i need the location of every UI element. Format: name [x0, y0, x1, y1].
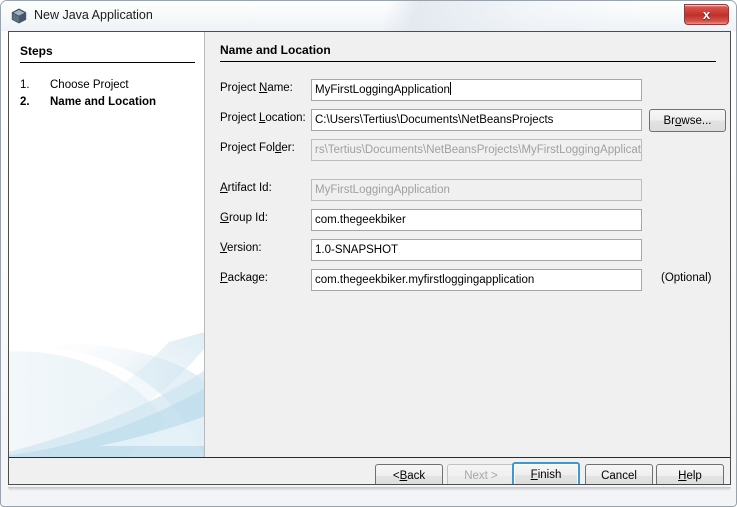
window-bottom-shadow: [8, 487, 731, 491]
dialog-content: Steps 1. Choose Project 2. Name and Loca…: [8, 31, 731, 485]
package-input[interactable]: com.thegeekbiker.myfirstloggingapplicati…: [311, 269, 642, 291]
close-icon: x: [702, 7, 711, 22]
window-title: New Java Application: [34, 8, 153, 22]
finish-button[interactable]: Finish: [512, 462, 580, 484]
project-name-label: Project Name:: [220, 82, 293, 94]
version-label: Version:: [220, 242, 262, 254]
step-number: 2.: [20, 96, 30, 108]
decorative-swoosh-graphic: [9, 332, 204, 457]
help-button[interactable]: Help: [656, 464, 724, 484]
field-row-artifact-id: Artifact Id: MyFirstLoggingApplication: [206, 179, 730, 201]
steps-heading: Steps: [20, 44, 53, 58]
field-row-project-name: Project Name: MyFirstLoggingApplication: [206, 79, 730, 101]
field-row-project-folder: Project Folder: rs\Tertius\Documents\Net…: [206, 139, 730, 161]
field-row-version: Version: 1.0-SNAPSHOT: [206, 239, 730, 261]
steps-heading-rule: [20, 62, 195, 63]
package-label: Package:: [220, 272, 268, 284]
project-location-input[interactable]: C:\Users\Tertius\Documents\NetBeansProje…: [311, 109, 642, 131]
group-id-input[interactable]: com.thegeekbiker: [311, 209, 642, 231]
java-cube-icon: [11, 8, 27, 24]
artifact-id-label: Artifact Id:: [220, 182, 272, 194]
close-button[interactable]: x: [684, 4, 729, 25]
project-name-input[interactable]: MyFirstLoggingApplication: [311, 79, 642, 101]
artifact-id-input: MyFirstLoggingApplication: [311, 179, 642, 201]
field-row-group-id: Group Id: com.thegeekbiker: [206, 209, 730, 231]
dialog-window: New Java Application x Steps 1. Choose P…: [0, 0, 737, 507]
project-folder-label: Project Folder:: [220, 142, 295, 154]
back-button[interactable]: < Back: [375, 464, 443, 484]
cancel-button[interactable]: Cancel: [585, 464, 653, 484]
main-pane: Name and Location Project Name: MyFirstL…: [206, 32, 730, 457]
dialog-button-bar: < Back Next > Finish Cancel Help: [9, 457, 730, 484]
page-title: Name and Location: [220, 43, 331, 57]
field-row-project-location: Project Location: C:\Users\Tertius\Docum…: [206, 109, 730, 132]
text-caret: [449, 82, 451, 95]
group-id-label: Group Id:: [220, 212, 268, 224]
next-button: Next >: [447, 464, 515, 484]
title-bar[interactable]: New Java Application x: [1, 1, 736, 31]
package-optional-label: (Optional): [661, 272, 712, 284]
version-input[interactable]: 1.0-SNAPSHOT: [311, 239, 642, 261]
step-label: Choose Project: [50, 79, 129, 91]
step-number: 1.: [20, 79, 30, 91]
project-folder-input: rs\Tertius\Documents\NetBeansProjects\My…: [311, 139, 642, 161]
browse-button[interactable]: Br o wse...: [649, 109, 726, 132]
project-location-label: Project Location:: [220, 112, 306, 124]
step-label: Name and Location: [50, 96, 157, 108]
steps-panel: Steps 1. Choose Project 2. Name and Loca…: [9, 32, 205, 457]
field-row-package: Package: com.thegeekbiker.myfirstlogging…: [206, 269, 730, 291]
page-title-rule: [220, 61, 716, 62]
